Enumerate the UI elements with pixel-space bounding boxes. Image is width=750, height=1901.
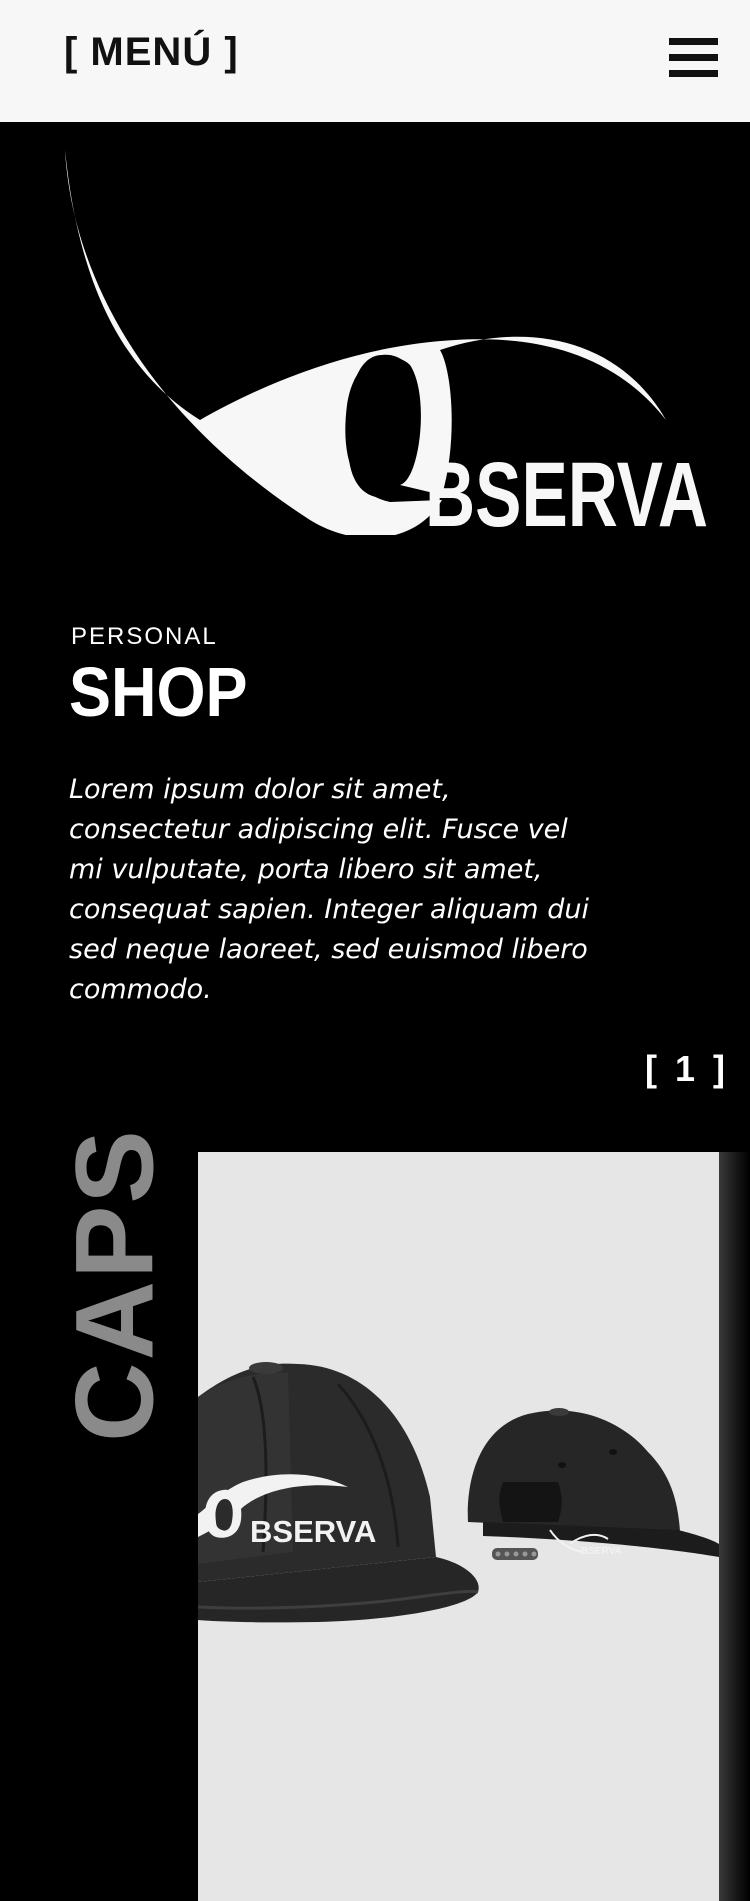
- hamburger-menu-icon[interactable]: [669, 38, 718, 78]
- section-eyebrow: PERSONAL: [71, 623, 218, 650]
- front-cap-logo-text: BSERVA: [250, 1514, 376, 1549]
- menu-label[interactable]: [ MENÚ ]: [64, 30, 239, 75]
- back-cap-logo-text: BSERVA: [581, 1546, 622, 1557]
- product-image-caps[interactable]: BSERVA BSERVA: [198, 1152, 719, 1901]
- observa-logo: BSERVA: [65, 150, 708, 535]
- top-navigation-bar: [ MENÚ ]: [0, 0, 750, 122]
- intro-description: Lorem ipsum dolor sit amet, consectetur …: [69, 774, 589, 1005]
- logo-wordmark: BSERVA: [425, 444, 708, 535]
- page-title: SHOP: [69, 653, 248, 731]
- caps-illustration: BSERVA BSERVA: [198, 1362, 719, 1623]
- pager-indicator[interactable]: [ 1 ]: [645, 1048, 729, 1090]
- category-label: CAPS: [53, 1128, 176, 1442]
- category-label-text: CAPS: [53, 1128, 176, 1442]
- carousel-shadow-edge: [719, 1152, 750, 1901]
